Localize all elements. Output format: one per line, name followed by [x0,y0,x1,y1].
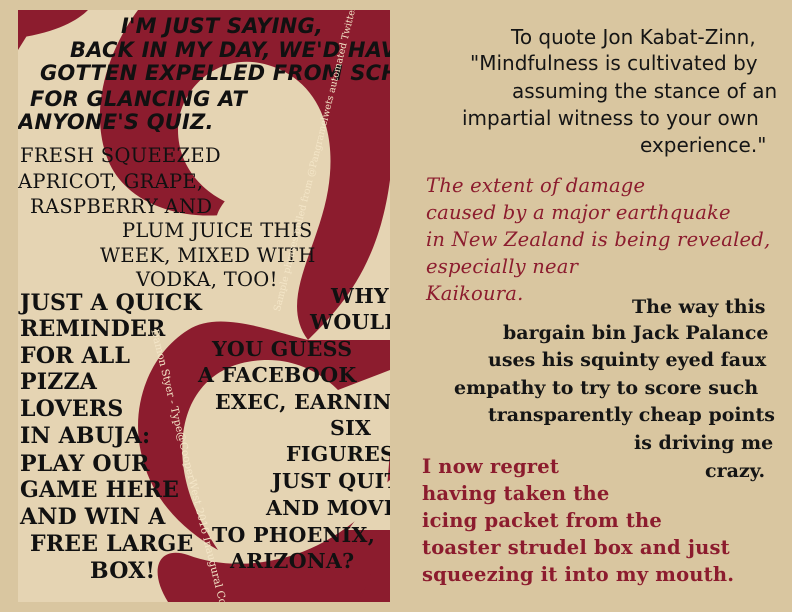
rant-line: transparently cheap points [488,404,775,426]
specimen-line: PLAY OUR [20,451,150,477]
specimen-line: YOU GUESS [212,337,353,361]
news-line: The extent of damage [426,174,646,197]
regret-line: toaster strudel box and just [422,536,730,559]
rant-line: uses his squinty eyed faux [488,349,767,371]
specimen-line: LOVERS [20,396,124,422]
rant-line: empathy to try to score such [454,377,759,399]
rant-line: is driving me [634,432,774,454]
regret-line: squeezing it into my mouth. [422,563,735,586]
specimen-line: ANYONE'S QUIZ. [18,110,214,134]
specimen-line: FOR GLANCING AT [30,87,248,111]
specimen-line: WHY [331,284,389,308]
news-line: Kaikoura. [426,282,524,305]
specimen-line: IN ABUJA: [20,423,151,449]
quote-line: "Mindfulness is cultivated by [470,51,758,75]
rant-line: bargain bin Jack Palance [503,322,769,344]
specimen-page: I'M JUST SAYING, BACK IN MY DAY, WE'D HA… [0,0,792,612]
specimen-line: PLUM JUICE THIS [122,219,313,242]
specimen-line: TO PHOENIX, [212,523,376,547]
specimen-line: ARIZONA? [230,549,355,573]
news-line: especially near [426,255,579,278]
regret-line: icing packet from the [422,509,663,532]
specimen-line: AND MOVED [266,496,390,520]
specimen-line: PIZZA [20,369,98,395]
quote-line: impartial witness to your own [462,106,759,130]
specimen-line: A FACEBOOK [198,363,357,387]
specimen-line: APRICOT, GRAPE, [18,170,204,193]
specimen-line: VODKA, TOO! [136,268,278,291]
news-line: in New Zealand is being revealed, [426,228,771,251]
specimen-line: AND WIN A [20,504,166,530]
quote-line: To quote Jon Kabat-Zinn, [511,25,756,49]
specimen-line: REMINDER [20,316,166,342]
specimen-line: FIGURES, [286,442,390,466]
specimen-line: RASPBERRY AND [30,195,213,218]
regret-line: I now regret [422,455,560,478]
rant-line: crazy. [705,460,766,482]
regret-line: having taken the [422,482,610,505]
rant-line: The way this [632,296,766,318]
quote-line: assuming the stance of an [512,79,778,103]
specimen-line: FRESH SQUEEZED [20,144,221,167]
specimen-line: JUST A QUICK [20,290,202,316]
quote-line: experience." [640,133,767,157]
specimen-line: GAME HERE [20,477,180,503]
specimen-line: WOULD [310,310,390,334]
specimen-line: FOR ALL [20,343,131,369]
specimen-line: BOX! [90,558,156,584]
specimen-line: I'M JUST SAYING, [121,14,324,38]
type-specimen-panel: I'M JUST SAYING, BACK IN MY DAY, WE'D HA… [18,10,390,602]
news-line: caused by a major earthquake [426,201,731,224]
specimen-line: SIX [330,416,372,440]
specimen-line: EXEC, EARNING [215,390,390,414]
specimen-line: FREE LARGE [30,531,194,557]
specimen-line: JUST QUIT [272,469,390,493]
